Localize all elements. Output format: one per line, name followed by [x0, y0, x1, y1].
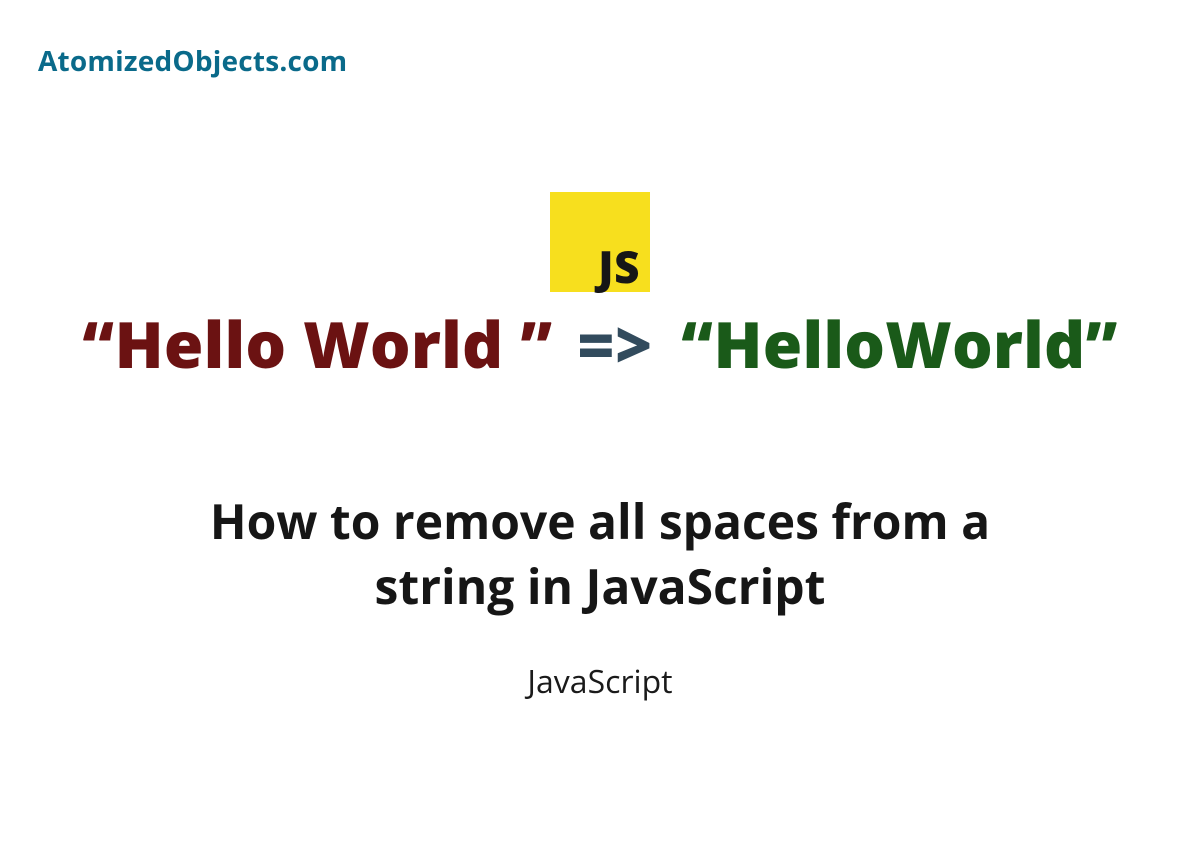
site-name: AtomizedObjects.com: [38, 42, 347, 80]
js-logo-icon: JS: [550, 192, 650, 292]
code-after-string: “HelloWorld”: [681, 300, 1117, 387]
article-category: JavaScript: [0, 660, 1200, 703]
code-transformation: “Hello World ” => “HelloWorld”: [0, 300, 1200, 387]
arrow-icon: =>: [577, 300, 652, 387]
article-title: How to remove all spaces from a string i…: [0, 490, 1200, 620]
code-before-string: “Hello World ”: [82, 300, 552, 387]
js-logo-text: JS: [598, 244, 640, 288]
